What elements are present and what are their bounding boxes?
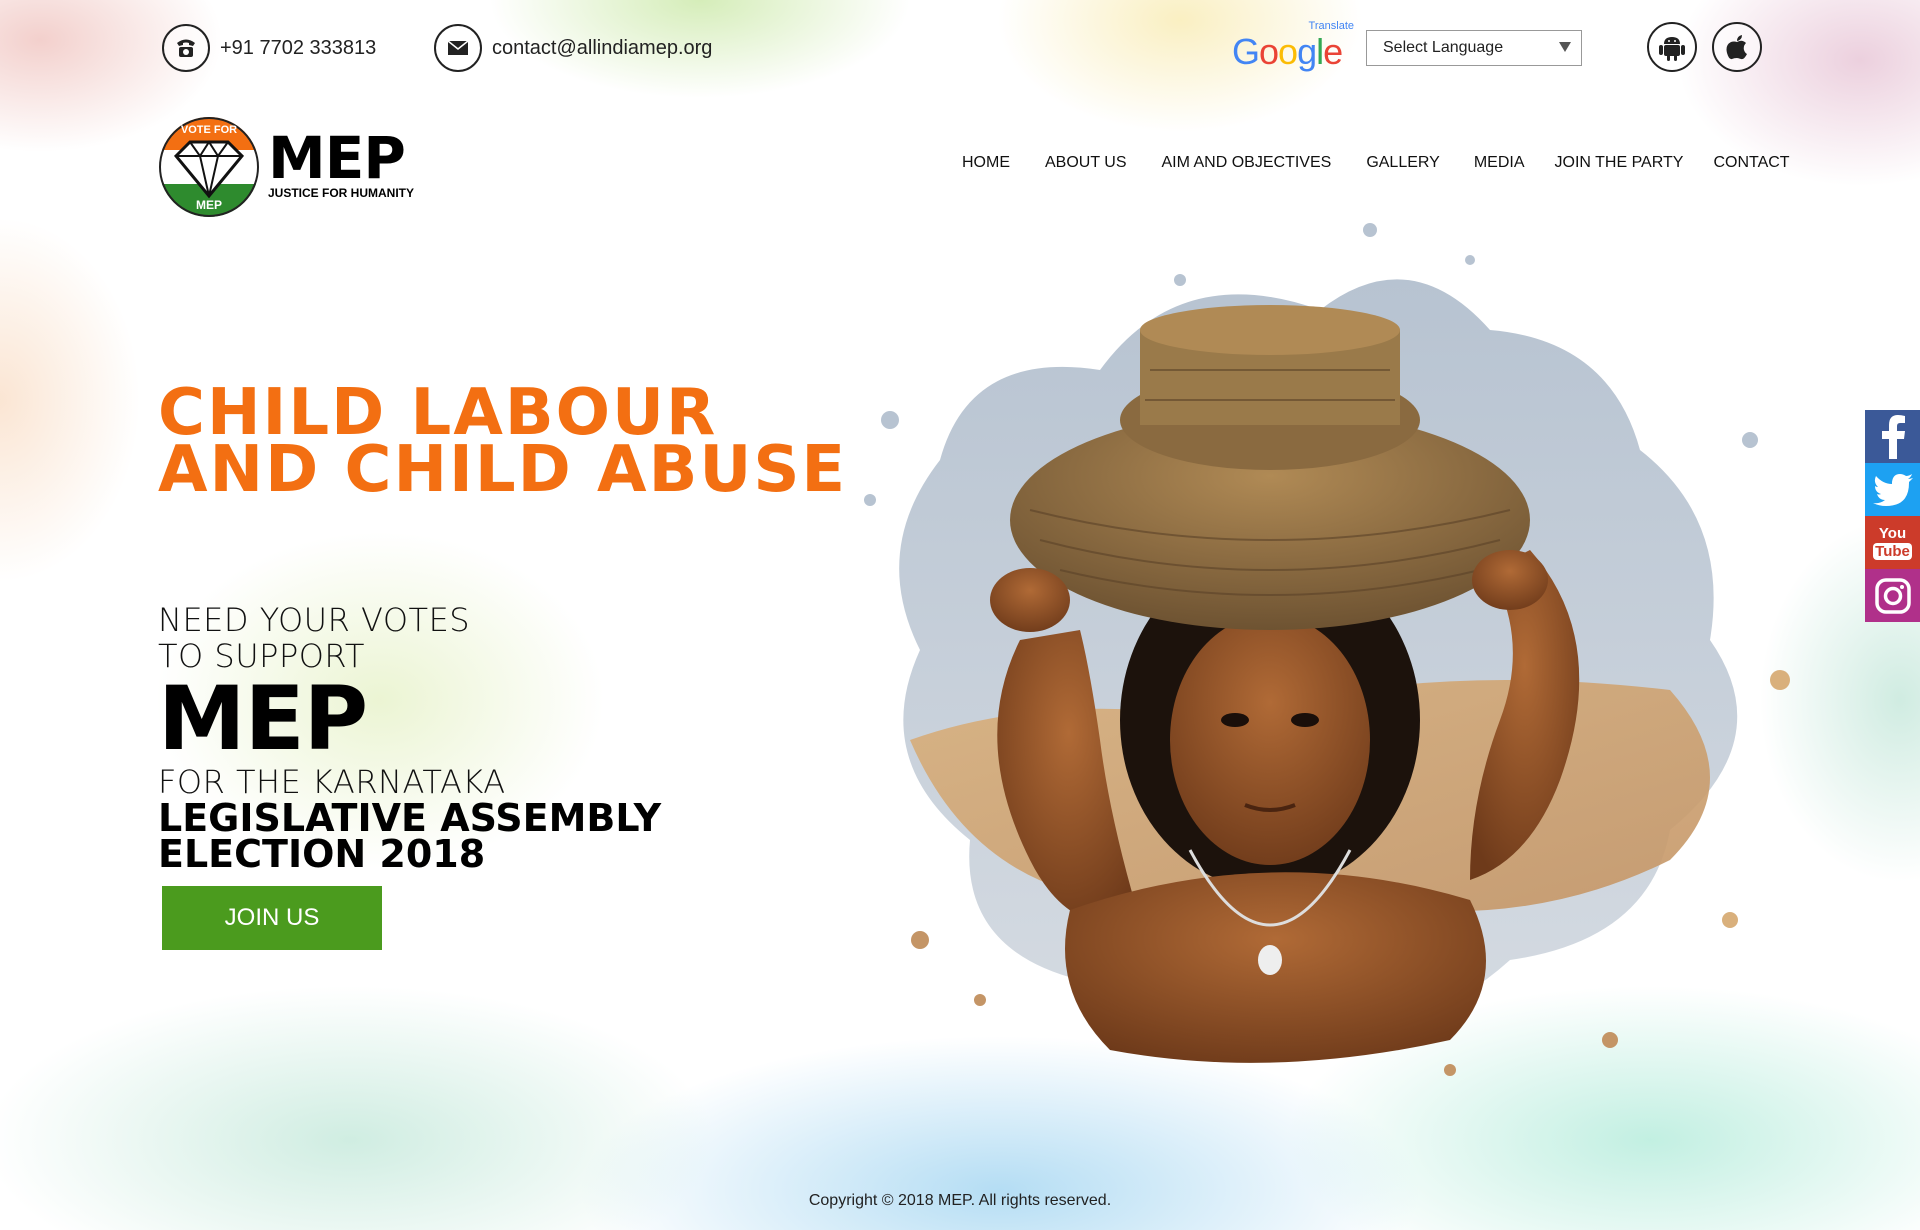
message-line-1: NEED YOUR VOTES [158,601,471,639]
main-nav: HOME ABOUT US AIM AND OBJECTIVES GALLERY… [962,154,1790,172]
google-wordmark: Google [1232,31,1343,72]
nav-aim-and-objectives[interactable]: AIM AND OBJECTIVES [1162,154,1332,172]
site-logo[interactable]: MEP JUSTICE FOR HUMANITY [268,128,414,200]
envelope-icon [434,24,482,72]
email-address: contact@allindiamep.org [492,36,713,59]
message-line-5: ELECTION 2018 [158,832,486,876]
nav-media[interactable]: MEDIA [1474,154,1525,172]
join-us-button[interactable]: JOIN US [162,886,382,950]
facebook-icon [1881,414,1905,459]
android-icon [1659,37,1685,61]
badge-bottom-text: MEP [195,198,222,212]
footer-copyright: Copyright © 2018 MEP. All rights reserve… [808,1192,1112,1209]
twitter-link[interactable] [1865,463,1920,516]
youtube-icon-bottom: Tube [1873,542,1912,560]
headline-line-2: AND CHILD ABUSE [158,433,848,507]
nav-gallery[interactable]: GALLERY [1366,154,1440,172]
apple-icon [1726,35,1747,60]
logo-name: MEP [268,124,406,192]
phone-icon [162,24,210,72]
message-line-3: FOR THE KARNATAKA [158,763,506,801]
badge-top-text: VOTE FOR [180,124,238,136]
phone-contact[interactable]: +91 7702 333813 [162,24,376,72]
vote-for-mep-badge[interactable]: VOTE FOR MEP [158,116,260,218]
hero-image-child [850,220,1810,1090]
nav-contact[interactable]: CONTACT [1713,154,1789,172]
google-translate-logo: Translate Google [1232,20,1356,72]
logo-tagline: JUSTICE FOR HUMANITY [268,186,415,200]
hero-headline: CHILD LABOUR AND CHILD ABUSE [158,381,848,507]
hero-message: NEED YOUR VOTES TO SUPPORT MEP FOR THE K… [158,601,662,876]
language-select[interactable]: Select Language [1366,30,1582,66]
email-contact[interactable]: contact@allindiamep.org [434,24,712,72]
android-app-button[interactable] [1647,22,1697,72]
instagram-icon [1874,577,1911,614]
social-sidebar: You Tube [1865,410,1920,622]
nav-about-us[interactable]: ABOUT US [1045,154,1127,172]
nav-join-the-party[interactable]: JOIN THE PARTY [1555,154,1684,172]
phone-number: +91 7702 333813 [220,36,377,59]
message-party: MEP [158,667,368,770]
language-select-value: Select Language [1383,39,1504,56]
message-line-4: LEGISLATIVE ASSEMBLY [158,796,662,840]
apple-app-button[interactable] [1712,22,1762,72]
twitter-icon [1872,473,1913,506]
youtube-icon-top: You [1878,524,1907,542]
chevron-down-icon [1559,39,1571,57]
nav-home[interactable]: HOME [962,154,1010,172]
youtube-link[interactable]: You Tube [1865,516,1920,569]
facebook-link[interactable] [1865,410,1920,463]
instagram-link[interactable] [1865,569,1920,622]
